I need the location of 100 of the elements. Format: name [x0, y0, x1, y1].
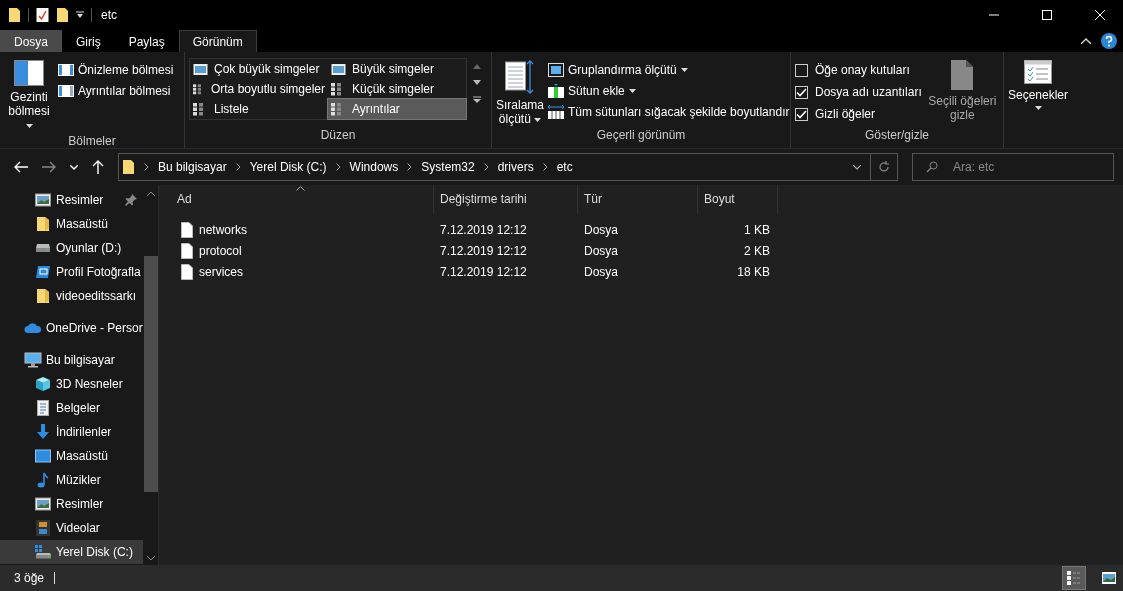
scroll-down-icon[interactable]: [146, 556, 155, 561]
sidebar-item[interactable]: OneDrive - Persor: [0, 316, 143, 340]
ribbon-tab[interactable]: Görünüm: [178, 30, 257, 52]
ribbon-tab[interactable]: Dosya: [0, 30, 62, 52]
sidebar-item[interactable]: Profil Fotoğrafla: [0, 260, 143, 284]
ribbon-tab[interactable]: Paylaş: [114, 30, 179, 52]
dropdown-icon[interactable]: [76, 11, 84, 19]
sidebar-item[interactable]: Masaüstü: [0, 212, 143, 236]
scroll-down-icon[interactable]: [473, 80, 481, 85]
layout-option[interactable]: Çok büyük simgeler: [190, 59, 328, 79]
scroll-up-icon[interactable]: [146, 191, 155, 196]
scrollbar-thumb[interactable]: [143, 256, 158, 492]
breadcrumb[interactable]: Yerel Disk (C:): [249, 160, 327, 174]
sort-by-button[interactable]: Sıralama ölçütü: [496, 56, 545, 126]
chevron-icon[interactable]: [407, 163, 413, 171]
file-icon: [181, 221, 193, 238]
view-button[interactable]: Tüm sütunları sığacak şekilde boyutlandır: [548, 102, 790, 121]
sort-caret-icon: [296, 186, 305, 191]
column-header[interactable]: Boyut: [698, 185, 778, 213]
breadcrumb[interactable]: drivers: [497, 160, 534, 174]
sidebar-item[interactable]: 3D Nesneler: [0, 372, 143, 396]
picture-icon: [35, 497, 51, 511]
table-cell-text: 7.12.2019 12:12: [439, 221, 528, 239]
checkbox-option[interactable]: Gizli öğeler: [795, 104, 922, 124]
page-icon: [951, 60, 974, 90]
pane-button[interactable]: Önizleme bölmesi: [58, 60, 174, 79]
breadcrumb[interactable]: etc: [556, 160, 573, 174]
sidebar-item[interactable]: videoeditssarkı: [0, 284, 143, 308]
group-label: Bölmeler: [67, 133, 117, 150]
sidebar-item[interactable]: Masaüstü: [0, 444, 143, 468]
download-icon: [36, 424, 50, 440]
search-field[interactable]: Ara: etc: [912, 153, 1114, 181]
cloud-icon: [24, 322, 42, 334]
caret-icon: [25, 123, 33, 128]
checkbox[interactable]: [795, 85, 808, 99]
layout-option[interactable]: Orta boyutlu simgeler: [190, 79, 328, 99]
sidebar-item[interactable]: Videolar: [0, 516, 143, 540]
view-button[interactable]: Sütun ekle: [548, 81, 790, 100]
folder-icon[interactable]: [56, 7, 69, 23]
file-name[interactable]: protocol: [199, 243, 242, 258]
folder-icon[interactable]: [8, 7, 21, 23]
properties-icon[interactable]: [36, 7, 49, 23]
layout-option[interactable]: Küçük simgeler: [328, 79, 466, 99]
chevron-icon[interactable]: [235, 163, 241, 171]
column-header[interactable]: Tür: [578, 185, 698, 213]
forward-arrow-icon[interactable]: [42, 161, 56, 173]
large-icons-view-icon: [1102, 572, 1116, 584]
sidebar-item[interactable]: Resimler: [0, 492, 143, 516]
checkbox-option[interactable]: Dosya adı uzantıları: [795, 82, 922, 102]
photo-album-icon: [35, 265, 51, 279]
back-arrow-icon[interactable]: [14, 161, 28, 173]
navigation-pane-button[interactable]: Gezinti bölmesi: [4, 56, 54, 132]
sidebar-item[interactable]: Resimler: [0, 188, 143, 212]
file-icon: [181, 263, 193, 280]
sidebar-item[interactable]: Oyunlar (D:): [0, 236, 143, 260]
more-icon[interactable]: [473, 96, 481, 103]
chevron-icon[interactable]: [144, 163, 149, 171]
sidebar-item[interactable]: Bu bilgisayar: [0, 348, 143, 372]
checkbox-option[interactable]: Öğe onay kutuları: [795, 60, 922, 80]
details-view-button[interactable]: [1063, 567, 1085, 589]
checkbox[interactable]: [795, 107, 808, 121]
chevron-icon[interactable]: [483, 163, 489, 171]
table-cell-text: 7.12.2019 12:12: [439, 242, 528, 260]
column-header[interactable]: Ad: [171, 185, 434, 213]
column-header[interactable]: Değiştirme tarihi: [434, 185, 578, 213]
sidebar-item[interactable]: Yerel Disk (C:): [0, 540, 143, 564]
options-icon: [1024, 60, 1052, 84]
pane-button[interactable]: Ayrıntılar bölmesi: [58, 81, 174, 100]
close-icon[interactable]: [1095, 10, 1105, 20]
desktop-icon: [35, 449, 51, 463]
caret-icon: [680, 67, 688, 72]
options-button[interactable]: Seçenekler: [1008, 56, 1068, 110]
sidebar-item[interactable]: Müzikler: [0, 468, 143, 492]
breadcrumb[interactable]: Windows: [349, 160, 399, 174]
collapse-ribbon-icon[interactable]: [1081, 38, 1091, 44]
window-title: etc: [101, 8, 117, 22]
breadcrumb[interactable]: Bu bilgisayar: [158, 160, 227, 174]
scroll-up-icon[interactable]: [473, 64, 481, 69]
ribbon-tab[interactable]: Giriş: [62, 30, 115, 52]
sidebar-item[interactable]: İndirilenler: [0, 420, 143, 444]
folder-icon: [122, 159, 135, 175]
help-icon[interactable]: [1101, 33, 1117, 49]
up-arrow-icon[interactable]: [92, 160, 104, 174]
caret-icon: [534, 117, 542, 122]
layout-option[interactable]: Ayrıntılar: [328, 99, 466, 119]
maximize-icon[interactable]: [1042, 10, 1052, 20]
breadcrumb[interactable]: System32: [421, 160, 475, 174]
table-cell-text: Dosya: [583, 263, 619, 281]
address-bar[interactable]: Bu bilgisayar Yerel Disk (C:) Windows System32 drivers etc: [118, 153, 898, 181]
chevron-icon[interactable]: [542, 163, 548, 171]
layout-option[interactable]: Büyük simgeler: [328, 59, 466, 79]
chevron-down-icon[interactable]: [853, 164, 861, 170]
layout-option[interactable]: Listele: [190, 99, 328, 119]
chevron-icon[interactable]: [335, 163, 341, 171]
sidebar-item[interactable]: Belgeler: [0, 396, 143, 420]
file-name[interactable]: services: [199, 264, 243, 279]
view-icon: [193, 62, 208, 76]
file-name[interactable]: networks: [199, 222, 248, 237]
checkbox[interactable]: [795, 63, 808, 77]
view-button[interactable]: Gruplandırma ölçütü: [548, 60, 790, 79]
